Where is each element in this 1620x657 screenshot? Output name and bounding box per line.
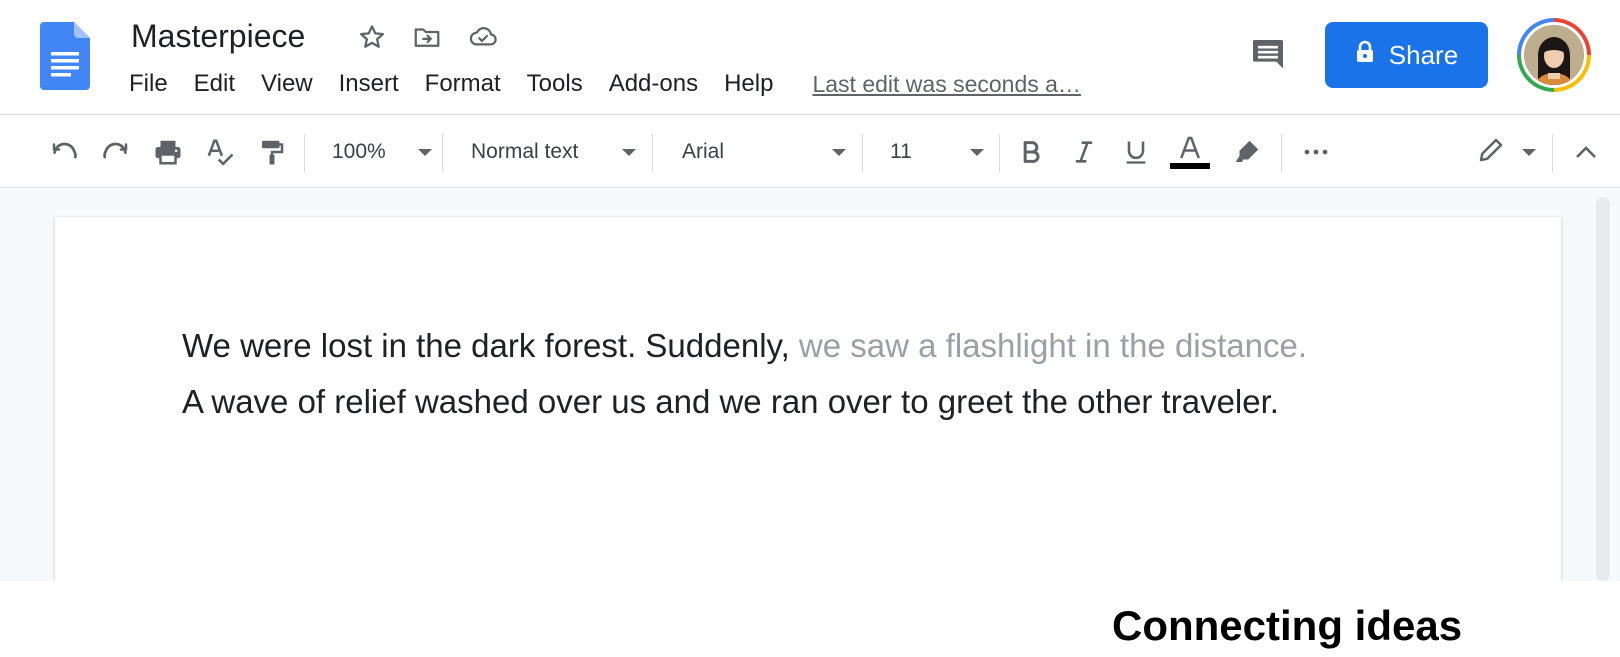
move-to-folder-icon[interactable] [410,20,444,54]
docs-logo-icon[interactable] [40,22,90,90]
text-color-swatch [1170,163,1210,169]
print-icon[interactable] [148,132,188,172]
zoom-select[interactable]: 100% [332,130,432,174]
formatting-toolbar: 100% Normal text Arial 11 [0,116,1620,188]
paragraph-style-select[interactable]: Normal text [471,130,636,174]
menu-add-ons[interactable]: Add-ons [596,64,711,104]
star-icon[interactable] [355,20,389,54]
text-color-icon[interactable] [1168,132,1212,172]
toolbar-divider [999,134,1000,172]
avatar-photo [1524,25,1584,85]
font-size-value: 11 [890,140,912,163]
typed-text: We were lost in the dark forest. Suddenl… [182,327,790,364]
highlight-icon[interactable] [1227,132,1267,172]
menu-file[interactable]: File [116,64,181,104]
paragraph-style-value: Normal text [471,140,579,163]
chevron-down-icon [622,148,636,156]
toolbar-divider [652,134,653,172]
more-icon[interactable] [1296,132,1336,172]
vertical-scrollbar[interactable] [1596,197,1610,581]
toolbar-divider [1281,134,1282,172]
collapse-icon[interactable] [1568,132,1604,172]
undo-icon[interactable] [44,132,84,172]
lock-icon [1355,40,1375,71]
comment-icon[interactable] [1245,32,1291,78]
chevron-down-icon [970,148,984,156]
last-edit-link[interactable]: Last edit was seconds a… [812,71,1080,98]
editing-mode-button[interactable] [1476,132,1536,172]
redo-icon[interactable] [96,132,136,172]
chevron-down-icon [1522,148,1536,156]
menu-bar: File Edit View Insert Format Tools Add-o… [116,64,1081,104]
document-page[interactable]: We were lost in the dark forest. Suddenl… [55,217,1561,581]
menu-help[interactable]: Help [711,64,786,104]
paint-format-icon[interactable] [252,132,292,172]
document-canvas: We were lost in the dark forest. Suddenl… [0,189,1620,581]
pencil-icon [1476,135,1506,170]
share-button[interactable]: Share [1325,22,1488,88]
zoom-value: 100% [332,140,386,163]
menu-view[interactable]: View [248,64,326,104]
share-label: Share [1388,39,1459,70]
chevron-down-icon [418,148,432,156]
spellcheck-icon[interactable] [200,132,240,172]
underline-icon[interactable] [1116,132,1156,172]
menu-tools[interactable]: Tools [514,64,596,104]
toolbar-divider [442,134,443,172]
toolbar-divider [1552,134,1553,172]
document-line-1: We were lost in the dark forest. Suddenl… [182,324,1307,368]
document-title[interactable]: Masterpiece [131,14,305,58]
menu-format[interactable]: Format [412,64,514,104]
cloud-saved-icon[interactable] [466,20,500,54]
bold-icon[interactable] [1011,132,1051,172]
app-header: Masterpiece File Edit View Insert Format… [0,0,1620,115]
font-family-select[interactable]: Arial [682,130,846,174]
font-size-select[interactable]: 11 [890,130,984,174]
chevron-down-icon [832,148,846,156]
italic-icon[interactable] [1064,132,1104,172]
menu-edit[interactable]: Edit [181,64,248,104]
account-avatar[interactable] [1517,18,1591,92]
caption: Connecting ideas [1112,602,1463,649]
toolbar-divider [304,134,305,172]
font-family-value: Arial [682,140,725,163]
menu-insert[interactable]: Insert [326,64,412,104]
toolbar-divider [862,134,863,172]
smart-compose-suggestion: we saw a flashlight in the distance. [789,327,1308,364]
document-line-2: A wave of relief washed over us and we r… [182,383,1279,420]
